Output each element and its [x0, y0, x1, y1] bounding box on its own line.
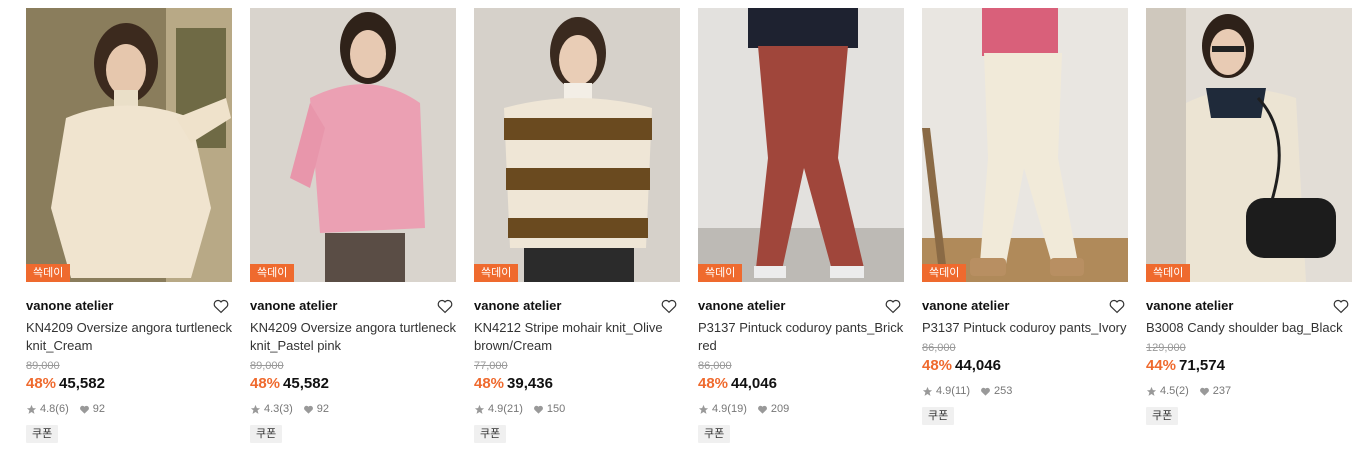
- rating-value: 4.5: [1160, 385, 1176, 397]
- original-price: 129,000: [1146, 342, 1186, 354]
- original-price: 89,000: [250, 360, 284, 372]
- product-name[interactable]: KN4209 Oversize angora turtleneck knit_C…: [26, 319, 232, 355]
- brand-name[interactable]: vanone atelier: [698, 298, 785, 313]
- coupon-tag: 쿠폰: [698, 425, 731, 443]
- discount-rate: 48%: [250, 375, 281, 392]
- sale-price: 44,046: [955, 357, 1001, 374]
- original-price: 86,000: [698, 360, 732, 372]
- star-icon: [26, 404, 37, 414]
- like-count: 92: [92, 403, 105, 415]
- product-card[interactable]: 쓱데이 vanone atelier B3008 Candy shoulder …: [1146, 8, 1352, 425]
- product-image[interactable]: 쓱데이: [250, 8, 456, 282]
- product-image[interactable]: 쓱데이: [1146, 8, 1352, 282]
- product-photo-sweater-pink: [250, 8, 456, 282]
- product-photo-stripe-knit: [474, 8, 680, 282]
- product-name[interactable]: B3008 Candy shoulder bag_Black: [1146, 319, 1352, 337]
- like-count: 209: [770, 403, 790, 415]
- product-name[interactable]: P3137 Pintuck coduroy pants_Ivory: [922, 319, 1128, 337]
- like-count: 92: [316, 403, 329, 415]
- heart-filled-icon: [1199, 387, 1209, 396]
- heart-outline-icon[interactable]: [1108, 297, 1126, 315]
- rating-value: 4.9: [936, 385, 952, 397]
- discount-rate: 48%: [922, 357, 953, 374]
- product-photo-shoulder-bag: [1146, 8, 1352, 282]
- product-card[interactable]: 쓱데이 vanone atelier KN4209 Oversize angor…: [250, 8, 456, 443]
- sale-price: 45,582: [283, 375, 329, 392]
- brand-name[interactable]: vanone atelier: [250, 298, 337, 313]
- product-card[interactable]: 쓱데이 vanone atelier P3137 Pintuck coduroy…: [922, 8, 1128, 425]
- heart-outline-icon[interactable]: [1332, 297, 1350, 315]
- product-image[interactable]: 쓱데이: [474, 8, 680, 282]
- product-card[interactable]: 쓱데이 vanone atelier KN4209 Oversize angor…: [26, 8, 232, 443]
- heart-filled-icon: [533, 405, 543, 414]
- like-count: 150: [546, 403, 566, 415]
- sale-badge: 쓱데이: [698, 264, 743, 282]
- coupon-tag: 쿠폰: [250, 425, 283, 443]
- coupon-tag: 쿠폰: [1146, 407, 1179, 425]
- sale-badge: 쓱데이: [26, 264, 71, 282]
- heart-outline-icon[interactable]: [212, 297, 230, 315]
- heart-outline-icon[interactable]: [436, 297, 454, 315]
- sale-badge: 쓱데이: [474, 264, 519, 282]
- product-name[interactable]: KN4212 Stripe mohair knit_Olive brown/Cr…: [474, 319, 680, 355]
- discount-rate: 44%: [1146, 357, 1177, 374]
- rating-value: 4.9: [488, 403, 504, 415]
- sale-price: 44,046: [731, 375, 777, 392]
- rating-value: 4.3: [264, 403, 280, 415]
- product-photo-corduroy-brick: [698, 8, 904, 282]
- product-card[interactable]: 쓱데이 vanone atelier KN4212 Stripe mohair …: [474, 8, 680, 443]
- product-image[interactable]: 쓱데이: [698, 8, 904, 282]
- discount-rate: 48%: [474, 375, 505, 392]
- review-count: (11): [951, 385, 971, 397]
- product-photo-sweater-cream: [26, 8, 232, 282]
- sale-price: 71,574: [1179, 357, 1225, 374]
- product-name[interactable]: P3137 Pintuck coduroy pants_Brick red: [698, 319, 904, 355]
- brand-name[interactable]: vanone atelier: [474, 298, 561, 313]
- review-count: (2): [1175, 385, 1189, 397]
- star-icon: [474, 404, 485, 414]
- rating-value: 4.8: [40, 403, 56, 415]
- star-icon: [922, 386, 933, 396]
- heart-outline-icon[interactable]: [884, 297, 902, 315]
- heart-filled-icon: [981, 387, 990, 396]
- sale-badge: 쓱데이: [922, 264, 967, 282]
- heart-filled-icon: [757, 405, 767, 414]
- original-price: 89,000: [26, 360, 60, 372]
- discount-rate: 48%: [698, 375, 729, 392]
- review-count: (3): [279, 403, 293, 415]
- sale-price: 45,582: [59, 375, 105, 392]
- like-count: 237: [1212, 385, 1232, 397]
- product-image[interactable]: 쓱데이: [26, 8, 232, 282]
- original-price: 77,000: [474, 360, 508, 372]
- product-card[interactable]: 쓱데이 vanone atelier P3137 Pintuck coduroy…: [698, 8, 904, 443]
- sale-price: 39,436: [507, 375, 553, 392]
- rating-value: 4.9: [712, 403, 728, 415]
- heart-outline-icon[interactable]: [660, 297, 678, 315]
- star-icon: [1146, 386, 1157, 396]
- discount-rate: 48%: [26, 375, 57, 392]
- heart-filled-icon: [79, 405, 89, 414]
- coupon-tag: 쿠폰: [922, 407, 955, 425]
- review-count: (21): [503, 403, 523, 415]
- review-count: (6): [55, 403, 69, 415]
- star-icon: [250, 404, 261, 414]
- original-price: 86,000: [922, 342, 956, 354]
- coupon-tag: 쿠폰: [26, 425, 59, 443]
- coupon-tag: 쿠폰: [474, 425, 507, 443]
- brand-name[interactable]: vanone atelier: [1146, 298, 1233, 313]
- product-image[interactable]: 쓱데이: [922, 8, 1128, 282]
- product-name[interactable]: KN4209 Oversize angora turtleneck knit_P…: [250, 319, 456, 355]
- heart-filled-icon: [303, 405, 313, 414]
- sale-badge: 쓱데이: [1146, 264, 1191, 282]
- sale-badge: 쓱데이: [250, 264, 295, 282]
- review-count: (19): [727, 403, 747, 415]
- brand-name[interactable]: vanone atelier: [26, 298, 113, 313]
- like-count: 253: [994, 385, 1013, 397]
- star-icon: [698, 404, 709, 414]
- brand-name[interactable]: vanone atelier: [922, 298, 1009, 313]
- product-photo-corduroy-ivory: [922, 8, 1128, 282]
